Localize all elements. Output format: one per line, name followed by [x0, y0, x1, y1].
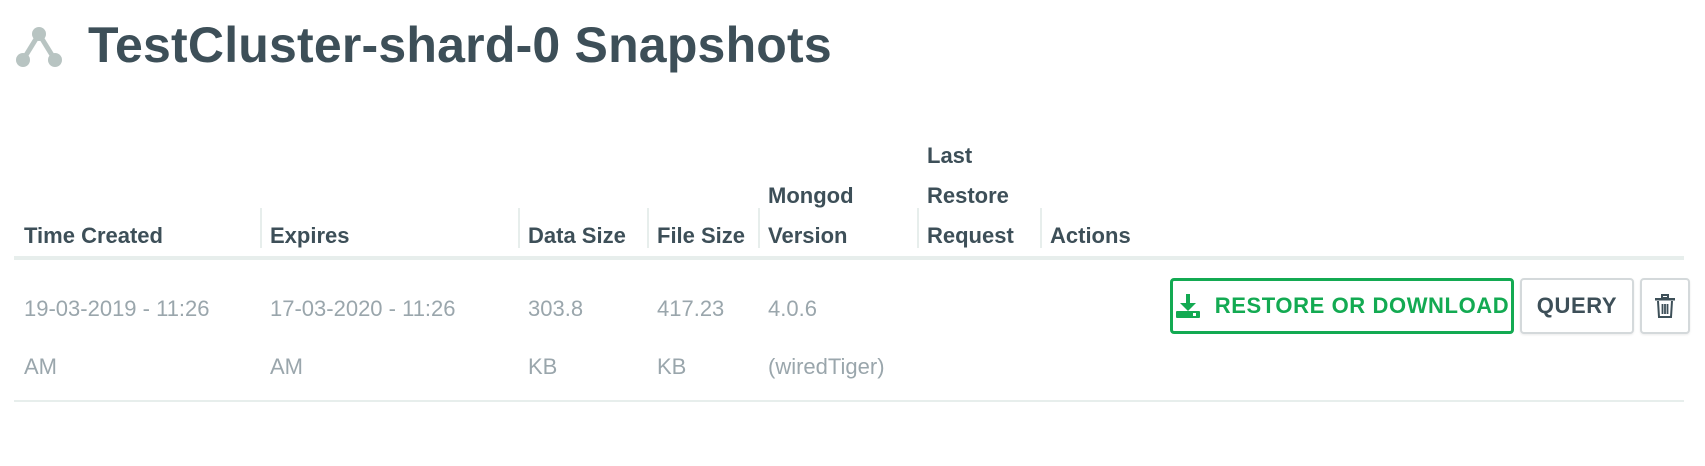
cell-data-size: 303.8 KB	[528, 296, 584, 379]
restore-button-label: RESTORE OR DOWNLOAD	[1214, 293, 1510, 318]
delete-snapshot-button[interactable]	[1640, 278, 1690, 334]
table-row: 19-03-2019 - 11:26 AM 17-03-2020 - 11:26…	[14, 260, 1690, 402]
column-header-file-size[interactable]: File Size	[647, 120, 758, 256]
column-separator	[647, 208, 649, 248]
cell-expires: 17-03-2020 - 11:26 AM	[270, 296, 456, 379]
column-separator	[917, 208, 919, 248]
query-button-label: QUERY	[1536, 293, 1618, 318]
column-header-time-created[interactable]: Time Created	[14, 120, 260, 256]
column-header-actions: Actions	[1040, 120, 1340, 256]
cell-mongod-version: 4.0.6 (wiredTiger)	[768, 296, 885, 379]
column-separator	[758, 208, 760, 248]
column-separator	[518, 208, 520, 248]
column-separator	[1040, 208, 1042, 248]
page-title: TestCluster-shard-0 Snapshots	[88, 17, 832, 73]
cell-time-created: 19-03-2019 - 11:26 AM	[24, 296, 210, 379]
column-header-data-size[interactable]: Data Size	[518, 120, 647, 256]
row-actions: RESTORE OR DOWNLOAD QUERY	[1170, 278, 1690, 334]
download-icon	[1175, 294, 1200, 318]
column-separator	[260, 208, 262, 248]
query-button[interactable]: QUERY	[1520, 278, 1634, 334]
column-header-mongod-version[interactable]: Mongod Version	[758, 120, 917, 256]
column-header-last-restore-request[interactable]: Last Restore Request	[917, 120, 1040, 256]
table-header: Time Created Expires Data Size File Size…	[14, 120, 1684, 260]
replica-set-icon	[16, 27, 62, 67]
restore-or-download-button[interactable]: RESTORE OR DOWNLOAD	[1170, 278, 1514, 334]
page-header: TestCluster-shard-0 Snapshots	[14, 10, 832, 80]
snapshots-table: Time Created Expires Data Size File Size…	[14, 120, 1690, 402]
snapshots-page: TestCluster-shard-0 Snapshots Time Creat…	[0, 0, 1705, 466]
column-header-expires[interactable]: Expires	[260, 120, 518, 256]
cell-file-size: 417.23 KB	[657, 296, 725, 379]
trash-icon	[1655, 294, 1675, 318]
